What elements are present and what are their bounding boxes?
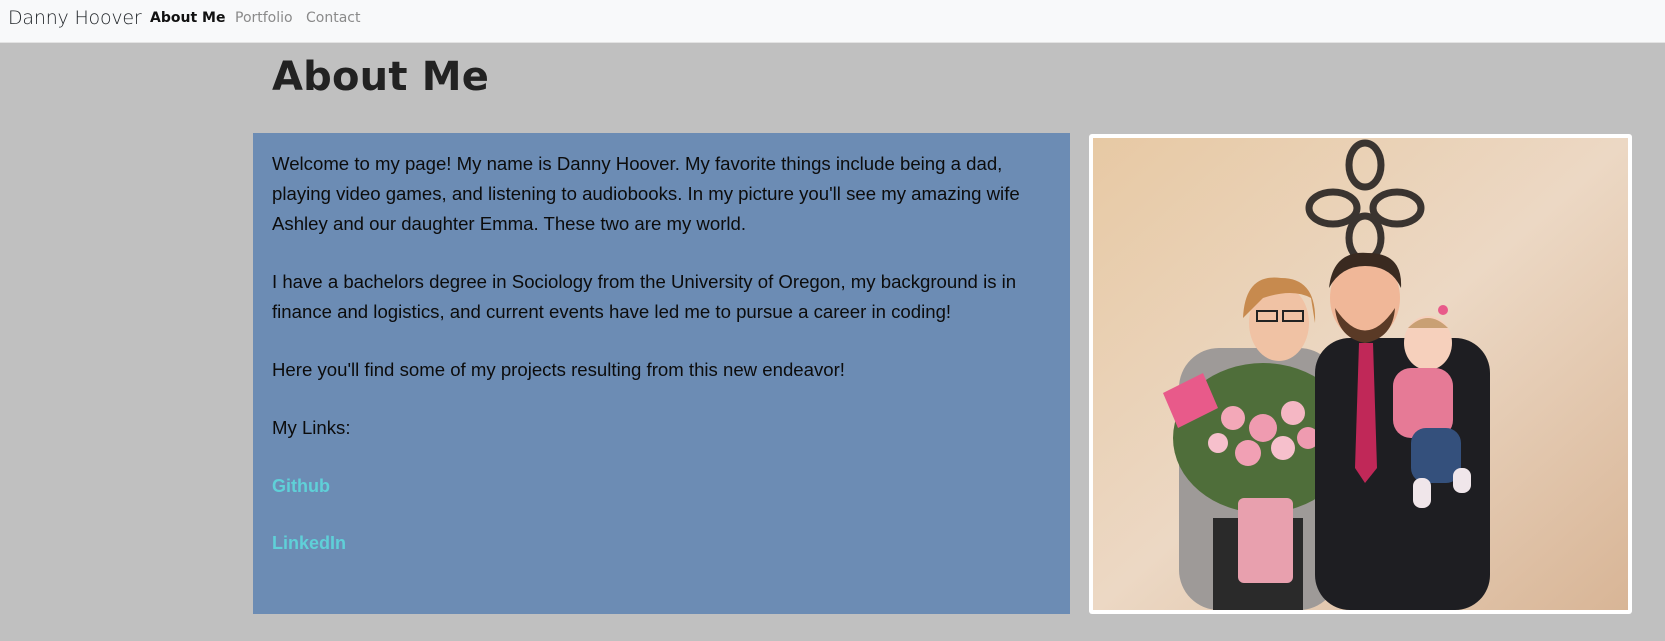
nav-link-about-me[interactable]: About Me [150,10,225,26]
about-me-panel: Welcome to my page! My name is Danny Hoo… [253,133,1070,614]
about-paragraph-projects: Here you'll find some of my projects res… [272,359,845,380]
linkedin-link[interactable]: LinkedIn [272,528,1051,558]
my-links-label: My Links: [272,417,351,438]
family-photo [1093,138,1628,610]
about-paragraph-welcome: Welcome to my page! My name is Danny Hoo… [272,153,1020,234]
top-navbar: Danny Hoover About Me Portfolio Contact [0,0,1665,43]
about-paragraph-education: I have a bachelors degree in Sociology f… [272,271,1017,322]
brand-link[interactable]: Danny Hoover [8,7,142,29]
nav-link-portfolio[interactable]: Portfolio [235,10,293,26]
nav-link-contact[interactable]: Contact [306,10,360,26]
page-title: About Me [272,54,490,100]
github-link[interactable]: Github [272,471,1051,501]
family-photo-frame [1089,134,1632,614]
